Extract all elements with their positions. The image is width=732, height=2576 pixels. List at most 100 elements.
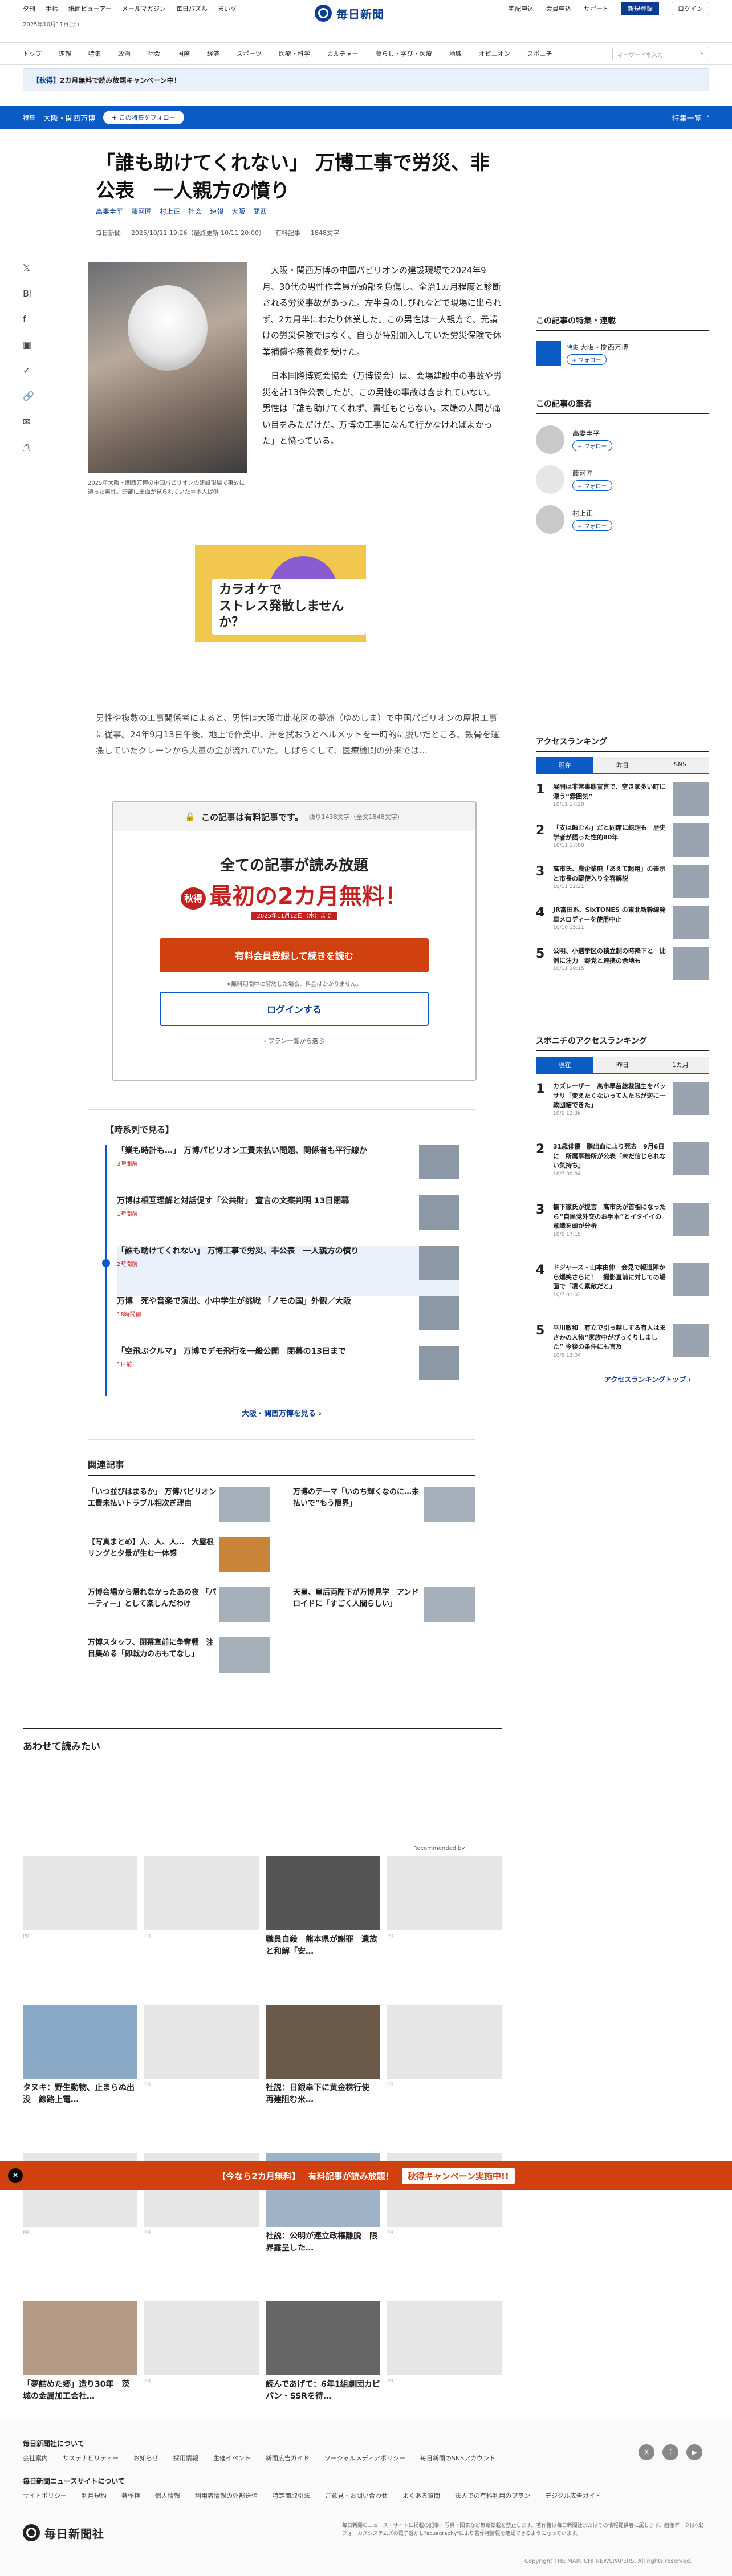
ranking-tab[interactable]: 1カ月 (651, 1057, 709, 1073)
top-link[interactable]: 紙面ビューアー (68, 4, 112, 13)
login-button[interactable]: ログイン (672, 1, 709, 15)
site-logo[interactable]: 毎日新聞 (315, 5, 384, 22)
footer-link[interactable]: 毎日新聞のSNSアカウント (420, 2453, 495, 2463)
tag-link[interactable]: 速報 (210, 206, 223, 216)
related-item[interactable]: 「いつ並びはまるか」 万博パビリオン工費未払いトラブル相次ぎ理由 (88, 1487, 270, 1522)
tag-link[interactable]: 社会 (188, 206, 202, 216)
ranking-item[interactable]: 5 平川敏和 有立で引っ越しする有人はまさかの人物“家族中がぴっくりしました” 今… (536, 1324, 709, 1376)
nav-item[interactable]: 政治 (118, 49, 131, 58)
close-icon[interactable]: ✕ (8, 2168, 23, 2183)
recommend-card[interactable]: タヌキ：野生動物、止まらぬ出没 線路上電… (23, 2005, 137, 2147)
hatena-icon[interactable]: B! (23, 288, 34, 299)
special-name[interactable]: 大阪・関西万博 (43, 112, 95, 123)
top-link[interactable]: 毎日パズル (176, 4, 208, 13)
pocket-icon[interactable]: ✓ (23, 365, 34, 376)
ranking-item[interactable]: 3 高市氏、農企業廃「あえて起用」の表示と市長の駆使入り全容解説 10/11 12:… (536, 865, 709, 898)
timeline-item[interactable]: 万博 死や音楽で演出、小中学生が挑戦 「ノモの国」外観／大阪 18時間前 (117, 1296, 459, 1346)
ranking-item[interactable]: 1 カズレーザー 高市早苗総裁誕生をバッサリ「変えたくないって人たちが逆に一致団結… (536, 1082, 709, 1134)
footer-link[interactable]: サステナビリティー (63, 2453, 119, 2463)
plan-list-link[interactable]: › プラン一覧から選ぶ (113, 1036, 475, 1045)
nav-item[interactable]: 暮らし・学び・医療 (376, 49, 432, 58)
ranking-tab[interactable]: 昨日 (593, 757, 652, 773)
recommend-card[interactable]: 職員自殺 熊本県が謝罪 遺族と和解「安… (266, 1856, 380, 1999)
related-item[interactable]: 万博スタッフ、閉幕直前に争奪戦 注目集める「即戦力のおもてなし」 (88, 1637, 270, 1673)
nav-item[interactable]: 国際 (177, 49, 190, 58)
footer-link[interactable]: ソーシャルメディアポリシー (324, 2453, 405, 2463)
tag-link[interactable]: 関西 (253, 206, 267, 216)
recommend-card[interactable]: PR (144, 1856, 259, 1999)
nav-item[interactable]: 地域 (449, 49, 462, 58)
inline-ad[interactable]: カラオケで ストレス発散しませんか？ (195, 545, 366, 642)
search-icon[interactable]: ⚲ (700, 50, 704, 57)
nav-item[interactable]: 医療・科学 (279, 49, 310, 58)
top-link[interactable]: 手帳 (46, 4, 58, 13)
recommend-card[interactable]: PR (387, 1856, 502, 1999)
print-icon[interactable]: ⎙ (23, 442, 34, 453)
top-link[interactable]: メールマガジン (122, 4, 166, 13)
footer-link[interactable]: 個人情報 (155, 2491, 180, 2500)
youtube-icon[interactable]: ▶ (686, 2444, 702, 2460)
follow-button[interactable]: + フォロー (572, 480, 612, 491)
ranking-more-link[interactable]: アクセスランキングトップ › (604, 1374, 691, 1384)
special-list-link[interactable]: 特集一覧 › (672, 112, 709, 123)
nav-item[interactable]: 社会 (148, 49, 160, 58)
footer-link[interactable]: 主催イベント (213, 2453, 251, 2463)
link-icon[interactable]: 🔗 (23, 391, 34, 401)
account-link[interactable]: 宅配申込 (509, 4, 534, 13)
related-item[interactable]: 万博のテーマ「いのち輝くなのに…未払いで“もう限界」 (293, 1487, 475, 1522)
footer-link[interactable]: 著作権 (121, 2491, 140, 2500)
nav-item[interactable]: 経済 (207, 49, 219, 58)
ranking-item[interactable]: 5 公明、小選挙区の積立制の時降下と 比例に注力 野党と連携の余地も 10/11 2… (536, 947, 709, 980)
nav-item[interactable]: トップ (23, 49, 42, 58)
facebook-icon[interactable]: f (23, 314, 34, 324)
author-link[interactable]: 高妻圭平 (96, 206, 123, 216)
footer-link[interactable]: 利用者情報の外部送信 (195, 2491, 258, 2500)
series-item[interactable]: 特集 大阪・関西万博 + フォロー (536, 341, 709, 366)
ranking-item[interactable]: 1 展開は非常事態宣言で、空き家多い町に漂う“雰囲気” 10/11 17:20 (536, 782, 709, 816)
article-photo[interactable] (88, 262, 247, 473)
ranking-tab[interactable]: 現在 (536, 757, 594, 773)
register-button[interactable]: 新規登録 (621, 1, 659, 15)
nav-item[interactable]: カルチャー (327, 49, 359, 58)
nav-item[interactable]: スポニチ (527, 49, 552, 58)
related-item[interactable]: 【写真まとめ】人、人、人… 大屋根リングと夕景が生む一体感 (88, 1537, 270, 1572)
search-input[interactable]: キーワードを入力 ⚲ (612, 47, 709, 60)
ranking-item[interactable]: 2 「支は蝕むん」だと同席に総理も 歴史学者が語った性的80年 10/11 17:0… (536, 823, 709, 857)
campaign-bar[interactable]: 【秋得】2カ月無料で読み放題キャンペーン中！ (23, 68, 709, 91)
author-link[interactable]: 藤河匠 (131, 206, 152, 216)
top-link[interactable]: 夕刊 (23, 4, 35, 13)
timeline-more-link[interactable]: 大阪・関西万博を見る › (88, 1407, 475, 1418)
follow-button[interactable]: + フォロー (567, 354, 607, 365)
footer-link[interactable]: よくある質問 (402, 2491, 440, 2500)
footer-link[interactable]: 採用情報 (173, 2453, 198, 2463)
footer-link[interactable]: ご意見・お問い合わせ (325, 2491, 388, 2500)
account-link[interactable]: 会員申込 (546, 4, 571, 13)
author-item[interactable]: 高妻圭平 + フォロー (536, 425, 709, 454)
subscribe-button[interactable]: 有料会員登録して続きを読む (160, 938, 429, 972)
line-icon[interactable]: ▣ (23, 339, 34, 350)
ranking-tab[interactable]: SNS (651, 757, 709, 773)
author-item[interactable]: 村上正 + フォロー (536, 505, 709, 534)
ranking-item[interactable]: 2 31歳俳優 脂出血により死去 9月6日に 所属事務所が公表「未だ信じられない気… (536, 1142, 709, 1195)
nav-item[interactable]: スポーツ (237, 49, 262, 58)
ranking-item[interactable]: 4 ドジャース・山本由伸 会見で報道陣から爆笑さらに！ 撮影直前に対しての場面で「… (536, 1263, 709, 1316)
ranking-item[interactable]: 4 JR富田系、SixTONES の東北新幹線発車メロディーを使用中止 10/10 … (536, 906, 709, 939)
timeline-item[interactable]: 「業も時計も…」 万博パビリオン工費未払い問題、関係者も平行線か 3時間前 (117, 1145, 459, 1195)
x-icon[interactable]: X (639, 2444, 654, 2460)
footer-link[interactable]: デジタル広告ガイド (545, 2491, 601, 2500)
mail-icon[interactable]: ✉ (23, 416, 34, 427)
follow-special-button[interactable]: + この特集をフォロー (103, 111, 184, 124)
recommend-card[interactable]: 社説：日銀幸下に黄金株行使 再建阻む米… (266, 2005, 380, 2147)
nav-item[interactable]: オピニオン (479, 49, 510, 58)
footer-link[interactable]: 特定商取引法 (273, 2491, 310, 2500)
top-link[interactable]: まいダ (218, 4, 237, 13)
paywall-login-button[interactable]: ログインする (160, 992, 429, 1026)
account-link[interactable]: サポート (584, 4, 609, 13)
recommend-card[interactable]: PR (23, 1856, 137, 1999)
nav-item[interactable]: 速報 (59, 49, 71, 58)
ranking-item[interactable]: 3 橋下徹氏が提言 高市氏が首相になったら“自民党外交のお手本”とイタイイの意識を… (536, 1203, 709, 1255)
ranking-tab[interactable]: 現在 (536, 1057, 594, 1073)
related-item[interactable]: 万博会場から帰れなかったあの夜 「パーティー」として楽しんだわけ (88, 1587, 270, 1622)
follow-button[interactable]: + フォロー (572, 520, 612, 531)
footer-link[interactable]: 利用規約 (82, 2491, 107, 2500)
